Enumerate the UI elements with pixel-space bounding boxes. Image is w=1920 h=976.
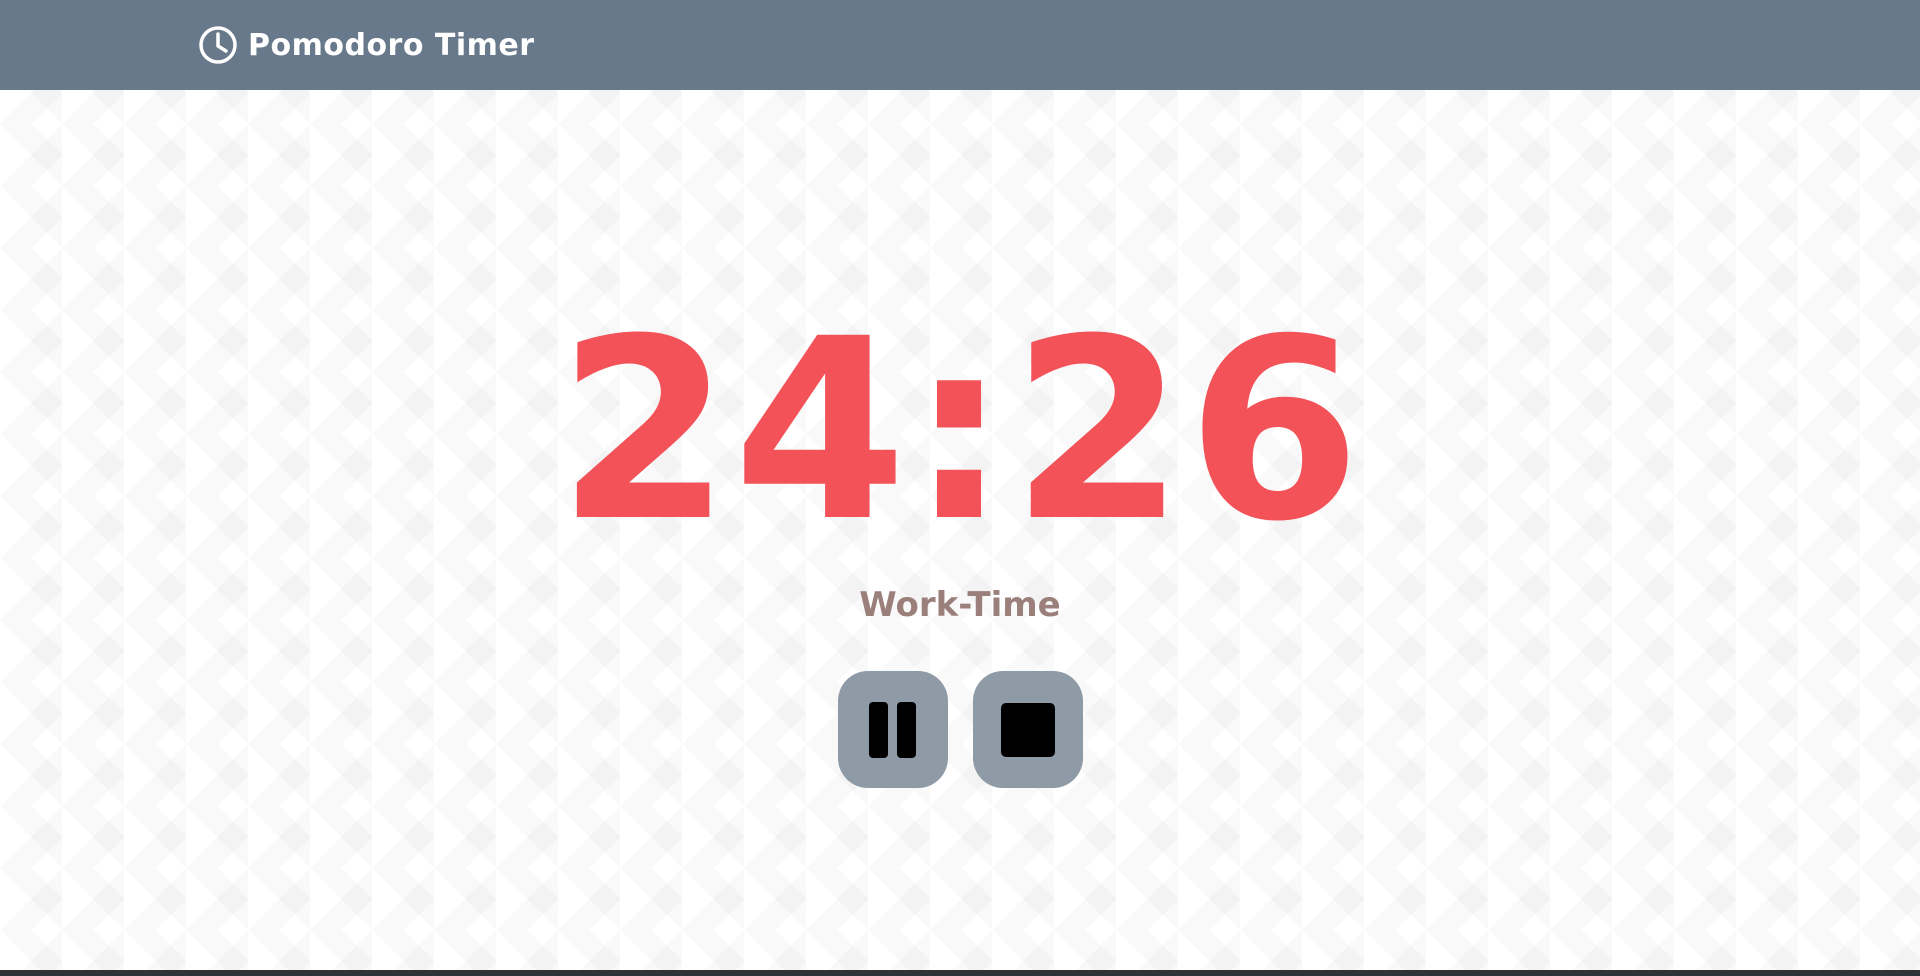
pause-button[interactable]	[837, 671, 948, 788]
stop-button[interactable]	[972, 671, 1083, 788]
mode-label: Work-Time	[859, 585, 1061, 625]
timer-controls	[0, 671, 1920, 788]
pause-icon	[869, 701, 916, 758]
brand[interactable]: Pomodoro Timer	[198, 25, 535, 65]
app-title: Pomodoro Timer	[248, 27, 535, 63]
bottom-edge	[0, 970, 1920, 976]
clock-icon	[198, 25, 238, 65]
main-content: 24:26 Work-Time	[0, 90, 1920, 970]
stop-icon	[1000, 702, 1055, 757]
timer-display: 24:26	[557, 285, 1363, 576]
app-header: Pomodoro Timer	[0, 0, 1920, 90]
